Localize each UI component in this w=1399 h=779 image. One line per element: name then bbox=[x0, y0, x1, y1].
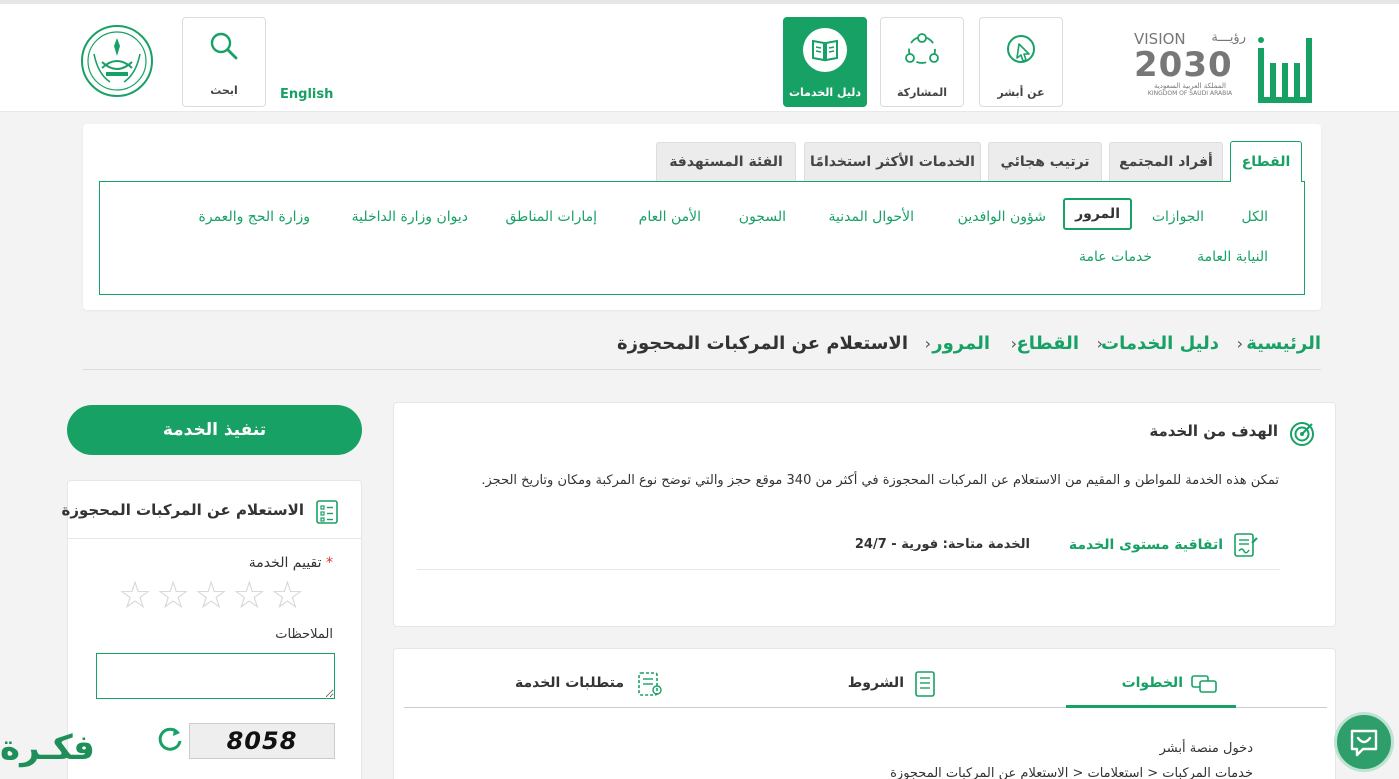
breadcrumb-guide[interactable]: دليل الخدمات bbox=[1101, 333, 1219, 354]
search-icon bbox=[202, 28, 246, 64]
sector-filter-box: القطاع أفراد المجتمع ترتيب هجائي الخدمات… bbox=[83, 124, 1321, 310]
service-guide-label: دليل الخدمات bbox=[788, 86, 862, 99]
breadcrumb-separator: › bbox=[924, 334, 931, 353]
tab-most-used[interactable]: الخدمات الأكثر استخدامًا bbox=[804, 142, 981, 181]
service-rating-card: الاستعلام عن المركبات المحجوزة تقييم الخ… bbox=[61, 480, 362, 779]
star-icon[interactable]: ☆ bbox=[270, 576, 304, 614]
chat-icon bbox=[1350, 729, 1378, 757]
sector-item-general-services[interactable]: خدمات عامة bbox=[1079, 249, 1152, 265]
participation-tile[interactable]: المشاركة bbox=[880, 17, 964, 107]
star-icon[interactable]: ☆ bbox=[156, 576, 190, 614]
sector-item-hajj[interactable]: وزارة الحج والعمرة bbox=[199, 209, 310, 225]
service-details-card: الخطوات الشروط متطلبات الخدمة دخول منصة … bbox=[393, 648, 1336, 779]
sector-item-interior-diwan[interactable]: ديوان وزارة الداخلية bbox=[352, 209, 468, 225]
notes-label: الملاحظات bbox=[275, 627, 333, 642]
captcha-text: 8058 bbox=[226, 727, 298, 755]
breadcrumb-sector[interactable]: القطاع bbox=[1017, 333, 1079, 354]
tab-steps[interactable]: الخطوات bbox=[1122, 675, 1183, 691]
absher-logo-icon bbox=[1258, 37, 1312, 103]
rating-stars: ☆ ☆ ☆ ☆ ☆ bbox=[118, 576, 304, 614]
availability-text: الخدمة متاحة: فورية - 24/7 bbox=[854, 537, 1030, 552]
sector-item-passports[interactable]: الجوازات bbox=[1152, 209, 1204, 225]
sla-link[interactable]: اتفاقية مستوى الخدمة bbox=[1069, 537, 1223, 553]
target-icon bbox=[1289, 421, 1315, 451]
tab-sector[interactable]: القطاع bbox=[1230, 141, 1302, 182]
chat-support-button[interactable] bbox=[1334, 712, 1394, 772]
book-icon bbox=[803, 28, 847, 72]
breadcrumb-divider bbox=[83, 369, 1321, 370]
watermark-logo: فكـرة bbox=[0, 728, 95, 768]
sector-item-public-security[interactable]: الأمن العام bbox=[639, 209, 701, 225]
goal-divider bbox=[417, 569, 1280, 570]
required-mark: * bbox=[326, 555, 333, 571]
side-card-divider bbox=[68, 538, 361, 539]
breadcrumb-separator: › bbox=[1010, 334, 1017, 353]
checklist-icon bbox=[315, 499, 339, 529]
captcha-image: 8058 bbox=[189, 723, 335, 759]
star-icon[interactable]: ☆ bbox=[118, 576, 152, 614]
rating-label-wrap: تقييم الخدمة * bbox=[249, 555, 333, 571]
search-label: ابحث bbox=[210, 84, 238, 97]
search-tile[interactable]: ابحث bbox=[182, 17, 266, 107]
goal-title: الهدف من الخدمة bbox=[1149, 422, 1278, 440]
site-header: VISION رؤيـــة 2030 المملكة العربية السع… bbox=[0, 0, 1399, 112]
participation-icon bbox=[900, 28, 944, 72]
sector-item-civil-affairs[interactable]: الأحوال المدنية bbox=[829, 209, 915, 225]
sector-item-regions[interactable]: إمارات المناطق bbox=[506, 209, 598, 225]
step-item: دخول منصة أبشر bbox=[1159, 741, 1253, 756]
side-card-title: الاستعلام عن المركبات المحجوزة bbox=[61, 501, 304, 519]
tab-terms[interactable]: الشروط bbox=[848, 675, 904, 691]
step-item: خدمات المركبات < استعلامات < الاستعلام ع… bbox=[890, 766, 1253, 779]
english-link[interactable]: English bbox=[280, 87, 333, 102]
execute-service-button[interactable]: تنفيذ الخدمة bbox=[67, 405, 362, 455]
vision-year: 2030 bbox=[1134, 45, 1233, 85]
tab-alphabetical[interactable]: ترتيب هجائي bbox=[988, 142, 1102, 181]
vision-2030-logo: VISION رؤيـــة 2030 المملكة العربية السع… bbox=[1134, 30, 1246, 106]
steps-icon bbox=[1190, 674, 1218, 698]
tab-requirements[interactable]: متطلبات الخدمة bbox=[515, 675, 624, 691]
absher-logo[interactable] bbox=[1250, 18, 1320, 108]
star-icon[interactable]: ☆ bbox=[194, 576, 228, 614]
ministry-emblem-icon bbox=[81, 25, 153, 97]
requirements-icon bbox=[635, 670, 663, 702]
breadcrumb-current: الاستعلام عن المركبات المحجوزة bbox=[616, 333, 908, 354]
ministry-emblem bbox=[80, 24, 154, 102]
sector-item-all[interactable]: الكل bbox=[1242, 209, 1269, 225]
active-tab-indicator bbox=[1066, 705, 1236, 708]
terms-icon bbox=[914, 670, 936, 702]
service-goal-card: الهدف من الخدمة تمكن هذه الخدمة للمواطن … bbox=[393, 402, 1336, 627]
refresh-captcha-icon[interactable] bbox=[156, 725, 184, 760]
about-absher-label: عن أبشر bbox=[997, 86, 1045, 99]
rating-label: تقييم الخدمة bbox=[248, 555, 322, 571]
star-icon[interactable]: ☆ bbox=[232, 576, 266, 614]
sector-item-traffic[interactable]: المرور bbox=[1063, 198, 1132, 230]
agreement-icon bbox=[1232, 531, 1258, 563]
goal-description: تمكن هذه الخدمة للمواطن و المقيم من الاس… bbox=[481, 473, 1279, 488]
tab-target-group[interactable]: الفئة المستهدفة bbox=[656, 142, 796, 181]
breadcrumb-traffic[interactable]: المرور bbox=[932, 333, 990, 354]
breadcrumb-separator: › bbox=[1236, 334, 1243, 353]
about-absher-tile[interactable]: عن أبشر bbox=[979, 17, 1063, 107]
sector-item-prisons[interactable]: السجون bbox=[739, 209, 786, 225]
service-guide-tile[interactable]: دليل الخدمات bbox=[783, 17, 867, 107]
participation-label: المشاركة bbox=[897, 86, 947, 99]
tab-community[interactable]: أفراد المجتمع bbox=[1109, 142, 1223, 181]
sector-item-expats[interactable]: شؤون الوافدين bbox=[958, 209, 1046, 225]
watermark-text: فكـرة bbox=[0, 728, 95, 768]
breadcrumb-home[interactable]: الرئيسية bbox=[1246, 333, 1321, 354]
breadcrumb-separator: › bbox=[1096, 334, 1103, 353]
sector-list-panel: الكل الجوازات المرور شؤون الوافدين الأحو… bbox=[99, 181, 1305, 295]
sector-item-prosecution[interactable]: النيابة العامة bbox=[1197, 249, 1268, 265]
notes-textarea[interactable] bbox=[96, 653, 335, 699]
pointer-chat-icon bbox=[999, 28, 1043, 72]
kingdom-en: KINGDOM OF SAUDI ARABIA bbox=[1147, 90, 1233, 97]
